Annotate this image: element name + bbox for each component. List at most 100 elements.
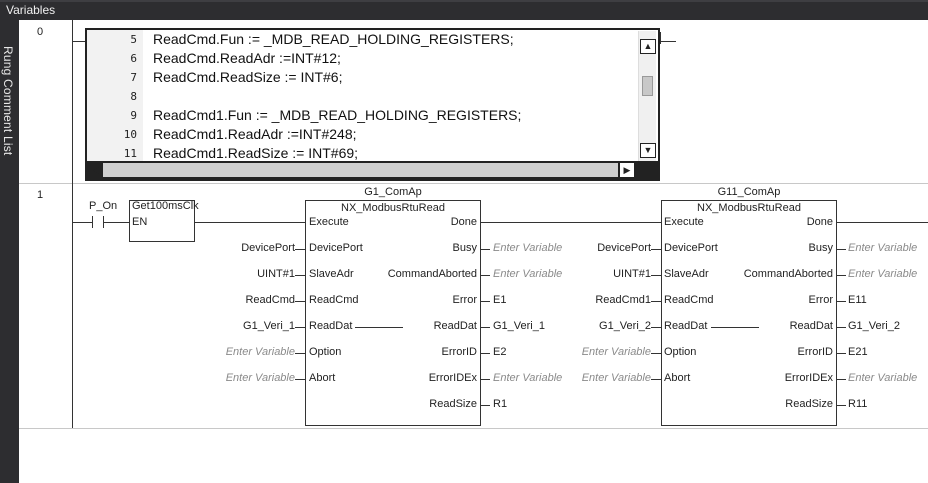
panel-title[interactable]: Variables	[6, 3, 55, 17]
fb2-output-pin: CommandAborted	[743, 268, 833, 280]
line-number: 6	[130, 52, 137, 65]
fb2-output-pin: Done	[806, 216, 833, 228]
horizontal-scrollbar[interactable]: ◀ ▶	[87, 161, 658, 179]
code-line[interactable]: 9 ReadCmd1.Fun := _MDB_READ_HOLDING_REGIS…	[87, 106, 622, 125]
fb1-input-wire	[295, 379, 305, 380]
fb2-output-pin: ReadSize	[785, 398, 833, 410]
rung0-wire-right	[660, 41, 676, 42]
vertical-scrollbar[interactable]: ▲ ▼	[638, 31, 656, 161]
fb1-output-pin: Done	[450, 216, 477, 228]
fb2-output-wire	[837, 301, 846, 302]
fb1-inout-line	[355, 327, 403, 328]
line-number: 10	[123, 128, 137, 141]
contact-variable[interactable]: P_On	[89, 200, 117, 212]
rung0-wire-left	[72, 41, 85, 42]
fb1-output-var-placeholder[interactable]: Enter Variable	[493, 372, 562, 384]
code-line[interactable]: 8	[87, 87, 622, 106]
code-text[interactable]: ReadCmd1.Fun := _MDB_READ_HOLDING_REGIST…	[153, 107, 521, 123]
fb1-output-wire	[481, 249, 490, 250]
clk-block-pin: EN	[132, 216, 148, 228]
fb2-output-pin: ErrorID	[797, 346, 833, 358]
scroll-right-button[interactable]: ▶	[620, 163, 634, 177]
scroll-down-button[interactable]: ▼	[640, 143, 656, 158]
fb2-input-pin: SlaveAdr	[664, 268, 709, 280]
code-line[interactable]: 10 ReadCmd1.ReadAdr :=INT#248;	[87, 125, 622, 144]
line-number: 9	[130, 109, 137, 122]
rung1-wire	[103, 222, 129, 223]
fb2-block[interactable]	[661, 200, 837, 426]
code-lines[interactable]: 5 ReadCmd.Fun := _MDB_READ_HOLDING_REGIST…	[87, 30, 622, 161]
code-text[interactable]: ReadCmd.ReadAdr :=INT#12;	[153, 50, 341, 66]
fb2-output-var[interactable]: R11	[848, 398, 867, 410]
fb1-input-var[interactable]: UINT#1	[199, 268, 295, 280]
fb2-output-var[interactable]: G1_Veri_2	[848, 320, 900, 332]
fb1-input-wire	[295, 353, 305, 354]
rung0-tick	[660, 32, 661, 44]
scroll-thumb[interactable]	[642, 76, 653, 96]
fb1-output-var-placeholder[interactable]: Enter Variable	[493, 242, 562, 254]
scroll-left-button[interactable]: ◀	[89, 163, 103, 177]
fb2-output-var[interactable]: E11	[848, 294, 867, 306]
fb2-input-wire	[651, 353, 661, 354]
fb1-output-pin: ErrorID	[441, 346, 477, 358]
code-text[interactable]: ReadCmd.Fun := _MDB_READ_HOLDING_REGISTE…	[153, 31, 514, 47]
code-line[interactable]: 7 ReadCmd.ReadSize := INT#6;	[87, 68, 622, 87]
fb1-output-wire	[481, 405, 490, 406]
variables-panel-header: Variables	[0, 0, 928, 20]
fb1-type: NX_ModbusRtuRead	[341, 202, 445, 214]
scroll-up-button[interactable]: ▲	[640, 39, 656, 54]
fb1-output-wire	[481, 379, 490, 380]
fb1-output-var-placeholder[interactable]: Enter Variable	[493, 268, 562, 280]
rung-comment-list-tab[interactable]: Rung Comment List	[0, 20, 19, 483]
done-wire	[837, 222, 928, 223]
fb2-output-var[interactable]: E21	[848, 346, 868, 358]
fb1-output-var[interactable]: E2	[493, 346, 506, 358]
fb2-type: NX_ModbusRtuRead	[697, 202, 801, 214]
fb2-input-wire	[651, 327, 661, 328]
execute-wire	[195, 222, 305, 223]
code-line[interactable]: 11 ReadCmd1.ReadSize := INT#69;	[87, 144, 622, 161]
fb2-input-var-placeholder[interactable]: Enter Variable	[555, 372, 651, 384]
fb2-input-var[interactable]: UINT#1	[555, 268, 651, 280]
code-text[interactable]: ReadCmd1.ReadSize := INT#69;	[153, 145, 358, 161]
fb2-input-var[interactable]: G1_Veri_2	[555, 320, 651, 332]
line-number: 5	[130, 33, 137, 46]
fb1-block[interactable]	[305, 200, 481, 426]
fb1-output-pin: CommandAborted	[387, 268, 477, 280]
code-line[interactable]: 6 ReadCmd.ReadAdr :=INT#12;	[87, 49, 622, 68]
fb2-output-var-placeholder[interactable]: Enter Variable	[848, 242, 917, 254]
fb1-input-var[interactable]: DevicePort	[199, 242, 295, 254]
code-text[interactable]: ReadCmd.ReadSize := INT#6;	[153, 69, 342, 85]
fb1-output-pin: ReadDat	[433, 320, 477, 332]
fb2-output-wire	[837, 249, 846, 250]
fb2-output-var-placeholder[interactable]: Enter Variable	[848, 372, 917, 384]
fb2-output-pin: ReadDat	[789, 320, 833, 332]
fb1-input-pin: Execute	[309, 216, 349, 228]
fb1-instance-name[interactable]: G1_ComAp	[305, 186, 481, 198]
fb1-input-var[interactable]: G1_Veri_1	[199, 320, 295, 332]
fb1-input-wire	[295, 301, 305, 302]
fb1-output-var[interactable]: R1	[493, 398, 507, 410]
fb1-output-pin: ReadSize	[429, 398, 477, 410]
fb2-input-var[interactable]: ReadCmd1	[555, 294, 651, 306]
fb1-input-var[interactable]: ReadCmd	[199, 294, 295, 306]
fb1-input-var-placeholder[interactable]: Enter Variable	[199, 372, 295, 384]
fb2-instance-name[interactable]: G11_ComAp	[661, 186, 837, 198]
fb2-output-wire	[837, 275, 846, 276]
code-line[interactable]: 5 ReadCmd.Fun := _MDB_READ_HOLDING_REGIST…	[87, 30, 622, 49]
ladder-editor[interactable]: 0 5 ReadCmd.Fun := _MDB_READ_HOLDING_REGI…	[19, 20, 928, 483]
fb1-input-pin: Abort	[309, 372, 336, 384]
fb1-output-var[interactable]: G1_Veri_1	[493, 320, 545, 332]
code-text[interactable]: ReadCmd1.ReadAdr :=INT#248;	[153, 126, 357, 142]
fb2-input-wire	[651, 275, 661, 276]
inline-st-code-box[interactable]: 5 ReadCmd.Fun := _MDB_READ_HOLDING_REGIST…	[85, 28, 660, 181]
fb2-input-var[interactable]: DevicePort	[555, 242, 651, 254]
rung-number-1: 1	[37, 189, 44, 201]
fb2-output-var-placeholder[interactable]: Enter Variable	[848, 268, 917, 280]
fb1-output-var[interactable]: E1	[493, 294, 506, 306]
horizontal-scroll-track[interactable]	[103, 163, 618, 177]
contact-left-bar[interactable]	[92, 216, 93, 228]
fb2-input-var-placeholder[interactable]: Enter Variable	[555, 346, 651, 358]
left-power-rail	[72, 20, 73, 183]
fb1-input-var-placeholder[interactable]: Enter Variable	[199, 346, 295, 358]
